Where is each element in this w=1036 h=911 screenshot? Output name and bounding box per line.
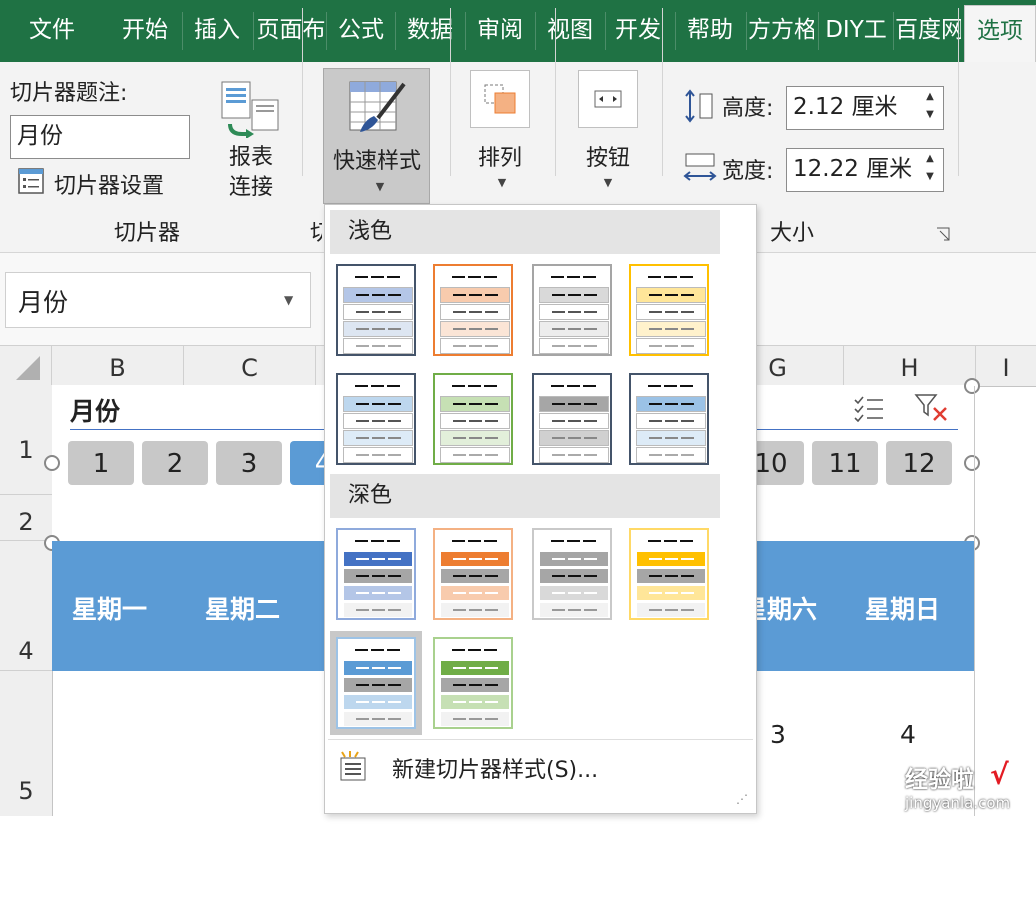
style-swatch-dark-6[interactable] — [433, 637, 513, 729]
tab-page-layout[interactable]: 页面布 — [256, 0, 326, 62]
weekday-sun[interactable]: 星期日 — [865, 590, 940, 626]
chevron-down-icon[interactable]: ▼ — [284, 293, 293, 307]
tab-review[interactable]: 审阅 — [467, 0, 533, 62]
style-swatch-light-8[interactable] — [629, 373, 709, 465]
column-header-c[interactable]: C — [184, 346, 316, 386]
clear-filter-icon[interactable] — [914, 392, 950, 424]
gallery-section-dark: 深色 — [330, 474, 720, 518]
tab-insert[interactable]: 插入 — [184, 0, 250, 62]
tab-baidu-netdisk[interactable]: 百度网 — [895, 0, 961, 62]
width-input[interactable]: 12.22 厘米 ▲ ▼ — [786, 148, 944, 192]
row-header-1[interactable]: 1 — [0, 385, 52, 495]
spin-up-icon[interactable]: ▲ — [921, 153, 939, 165]
slicer-settings-icon[interactable] — [18, 168, 44, 194]
tab-developer[interactable]: 开发 — [607, 0, 669, 62]
style-swatch-light-7[interactable] — [532, 373, 612, 465]
weekday-tue[interactable]: 星期二 — [205, 590, 280, 626]
style-swatch-dark-1[interactable] — [336, 528, 416, 620]
multi-select-icon[interactable] — [852, 394, 886, 423]
report-connections-icon[interactable] — [216, 78, 282, 139]
buttons-icon[interactable] — [578, 70, 638, 128]
buttons-button[interactable]: 按钮 — [582, 140, 634, 172]
select-all-corner[interactable] — [0, 346, 52, 386]
ribbon-tab-bar: 文件 开始 插入 页面布 公式 数据 审阅 视图 开发 帮助 方方格 DIY工 … — [0, 0, 1036, 62]
slicer-title: 月份 — [70, 397, 121, 426]
tab-diy-tools[interactable]: DIY工 — [820, 0, 892, 62]
style-swatch-light-4[interactable] — [629, 264, 709, 356]
row-header-2[interactable]: 2 — [0, 495, 52, 541]
style-swatch-light-2[interactable] — [433, 264, 513, 356]
style-swatch-dark-2[interactable] — [433, 528, 513, 620]
row-header-bar: 1 2 4 5 — [0, 385, 53, 816]
tab-view[interactable]: 视图 — [537, 0, 603, 62]
spin-up-icon[interactable]: ▲ — [921, 91, 939, 103]
spin-down-icon[interactable]: ▼ — [921, 109, 939, 121]
tab-fangfangge[interactable]: 方方格 — [748, 0, 814, 62]
slicer-caption-input[interactable]: 月份 — [10, 115, 190, 159]
name-box[interactable]: 月份 ▼ — [5, 272, 311, 328]
quick-styles-label: 快速样式 — [332, 149, 421, 174]
column-header-h[interactable]: H — [844, 346, 976, 386]
name-box-value: 月份 — [18, 288, 69, 317]
slicer-item-3[interactable]: 3 — [216, 441, 282, 485]
slicer-item-1[interactable]: 1 — [68, 441, 134, 485]
group-label-styles: 切 — [310, 221, 322, 246]
style-swatch-light-1[interactable] — [336, 264, 416, 356]
tab-formulas[interactable]: 公式 — [328, 0, 394, 62]
group-label-slicer: 切片器 — [114, 221, 181, 246]
slicer-caption-label: 切片器题注: — [10, 81, 128, 106]
new-slicer-style-icon — [338, 750, 372, 784]
chevron-down-icon: ▼ — [375, 180, 385, 193]
arrange-icon[interactable] — [470, 70, 530, 128]
style-swatch-light-6[interactable] — [433, 373, 513, 465]
cell-sun[interactable]: 4 — [900, 720, 916, 749]
resize-grip-icon[interactable]: ⋰ — [736, 792, 748, 806]
tab-options[interactable]: 选项 — [964, 5, 1036, 62]
slicer-settings-button[interactable]: 切片器设置 — [54, 168, 164, 200]
checkmark-icon: √ — [990, 758, 1009, 791]
width-label: 宽度: — [722, 159, 774, 184]
new-slicer-style-button[interactable]: 新建切片器样式(S)... — [392, 752, 598, 784]
arrange-button[interactable]: 排列 — [475, 140, 525, 172]
report-connections-button[interactable]: 报表 连接 — [226, 143, 276, 203]
row-header-5[interactable]: 5 — [0, 671, 52, 816]
style-swatch-light-3[interactable] — [532, 264, 612, 356]
weekday-mon[interactable]: 星期一 — [72, 590, 147, 626]
spin-down-icon[interactable]: ▼ — [921, 171, 939, 183]
dialog-launcher-icon[interactable] — [936, 226, 950, 241]
tab-data[interactable]: 数据 — [397, 0, 463, 62]
height-icon — [682, 88, 718, 124]
gallery-section-light: 浅色 — [330, 210, 720, 254]
width-value: 12.22 厘米 — [793, 156, 913, 182]
height-input[interactable]: 2.12 厘米 ▲ ▼ — [786, 86, 944, 130]
report-connections-label-2: 连接 — [228, 175, 273, 200]
slicer-item-11[interactable]: 11 — [812, 441, 878, 485]
style-swatch-dark-4[interactable] — [629, 528, 709, 620]
style-swatch-dark-3[interactable] — [532, 528, 612, 620]
tab-home[interactable]: 开始 — [112, 0, 178, 62]
slicer-item-2[interactable]: 2 — [142, 441, 208, 485]
style-swatch-dark-5[interactable] — [330, 631, 422, 735]
height-label: 高度: — [722, 96, 774, 121]
chevron-down-icon: ▼ — [603, 176, 613, 189]
chevron-down-icon: ▼ — [497, 176, 507, 189]
column-header-b[interactable]: B — [52, 346, 184, 386]
row-header-4[interactable]: 4 — [0, 541, 52, 671]
height-value: 2.12 厘米 — [793, 94, 898, 120]
tab-file[interactable]: 文件 — [0, 0, 104, 62]
column-header-i[interactable]: I — [976, 346, 1036, 386]
slicer-item-12[interactable]: 12 — [886, 441, 952, 485]
report-connections-label-1: 报表 — [228, 145, 273, 170]
watermark-url: jingyanla.com — [905, 794, 1011, 812]
quick-styles-icon — [344, 78, 410, 138]
width-icon — [682, 150, 718, 186]
style-swatch-light-5[interactable] — [336, 373, 416, 465]
watermark-text: 经验啦 — [905, 767, 974, 793]
group-label-size: 大小 — [770, 221, 815, 246]
tab-help[interactable]: 帮助 — [677, 0, 743, 62]
cell-sat[interactable]: 3 — [770, 720, 786, 749]
